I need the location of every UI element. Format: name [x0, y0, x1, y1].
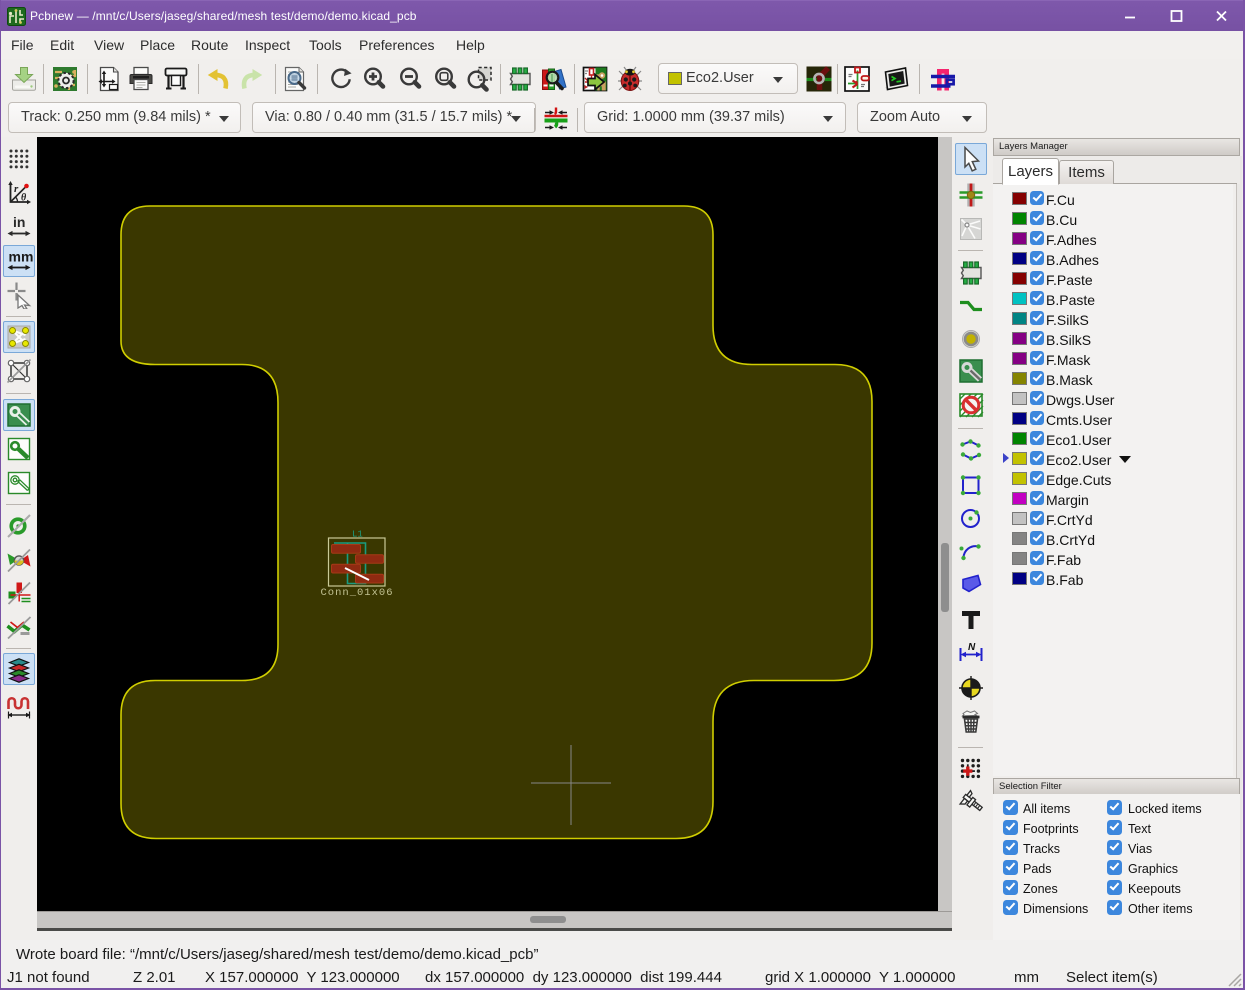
svg-text:Conn_01x06: Conn_01x06 [321, 587, 393, 599]
svg-text:mm: mm [9, 249, 34, 265]
svg-text:N: N [968, 642, 976, 653]
svg-text:L1: L1 [352, 530, 363, 540]
svg-text:θ: θ [21, 193, 27, 204]
svg-text:in: in [13, 214, 25, 230]
svg-text:r: r [14, 183, 19, 195]
